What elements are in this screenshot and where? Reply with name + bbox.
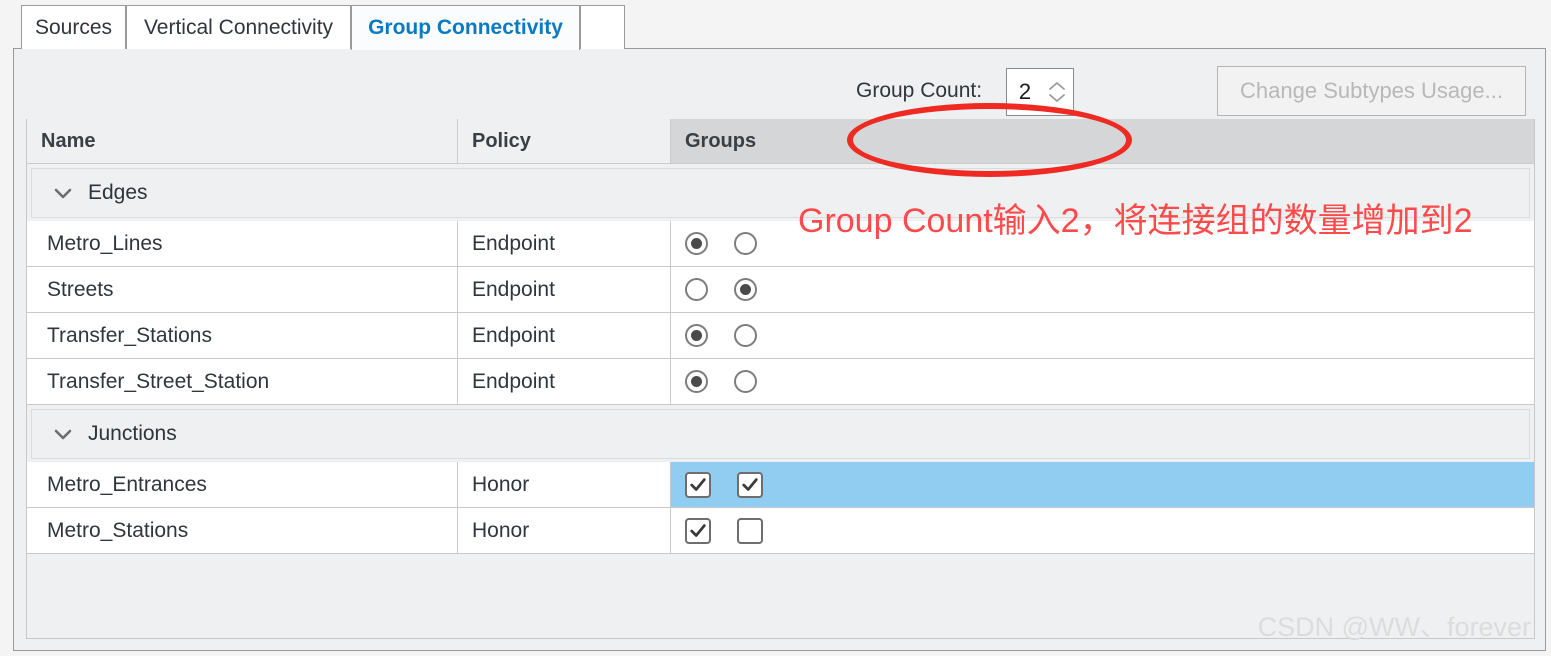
cell-policy[interactable]: Endpoint <box>458 267 671 312</box>
radio-button-unselected[interactable] <box>734 324 757 347</box>
column-header-policy[interactable]: Policy <box>458 119 671 164</box>
radio-button-unselected[interactable] <box>685 278 708 301</box>
cell-name[interactable]: Transfer_Stations <box>27 313 458 358</box>
cell-policy[interactable]: Endpoint <box>458 221 671 266</box>
cell-groups[interactable] <box>671 359 1534 404</box>
check-icon <box>690 477 706 491</box>
chevron-down-icon[interactable] <box>54 188 72 199</box>
chevron-up-icon[interactable] <box>1048 81 1066 91</box>
group-count-input[interactable]: 2 <box>1007 79 1041 105</box>
radio-dot <box>691 376 702 387</box>
cell-policy[interactable]: Endpoint <box>458 359 671 404</box>
cell-groups[interactable] <box>671 313 1534 358</box>
table-row[interactable]: Metro_Entrances Honor <box>27 462 1534 508</box>
radio-button-selected[interactable] <box>734 278 757 301</box>
table-group-header-label: Edges <box>88 181 148 204</box>
table-group-header-edges[interactable]: Edges <box>31 168 1530 218</box>
change-subtypes-usage-label: Change Subtypes Usage... <box>1240 78 1503 103</box>
radio-button-unselected[interactable] <box>734 370 757 393</box>
group-connectivity-table: Name Policy Groups Edges Metro_Lines Endpo… <box>26 119 1535 639</box>
cell-groups[interactable] <box>671 267 1534 312</box>
checkbox-checked[interactable] <box>685 517 711 544</box>
tab-group-connectivity-label: Group Connectivity <box>368 16 563 39</box>
table-body: Edges Metro_Lines Endpoint Streets Endpoint T… <box>27 168 1534 554</box>
check-icon <box>690 523 706 537</box>
table-row[interactable]: Transfer_Stations Endpoint <box>27 313 1534 359</box>
cell-groups[interactable] <box>671 221 1534 266</box>
radio-button-selected[interactable] <box>685 232 708 255</box>
tab-strip-filler <box>580 5 625 49</box>
table-row[interactable]: Streets Endpoint <box>27 267 1534 313</box>
check-icon <box>742 477 758 491</box>
cell-groups[interactable] <box>671 508 1534 553</box>
radio-dot <box>691 238 702 249</box>
panel-toolbar: Group Count: 2 Change Subtypes Usage... <box>14 49 1545 119</box>
screenshot-root: Sources Vertical Connectivity Group Conn… <box>0 0 1551 656</box>
cell-policy[interactable]: Endpoint <box>458 313 671 358</box>
cell-policy[interactable]: Honor <box>458 508 671 553</box>
checkbox-checked[interactable] <box>737 471 763 498</box>
tab-sources[interactable]: Sources <box>21 5 126 49</box>
chevron-down-icon[interactable] <box>54 429 72 440</box>
change-subtypes-usage-button[interactable]: Change Subtypes Usage... <box>1217 66 1526 116</box>
spinner-buttons <box>1041 69 1073 115</box>
table-row[interactable]: Metro_Stations Honor <box>27 508 1534 554</box>
tab-sources-label: Sources <box>34 15 113 39</box>
checkbox-checked[interactable] <box>685 471 711 498</box>
cell-name[interactable]: Metro_Entrances <box>27 462 458 507</box>
cell-groups[interactable] <box>671 462 1534 507</box>
radio-button-selected[interactable] <box>685 324 708 347</box>
group-count-label: Group Count: <box>856 79 983 102</box>
chevron-down-icon[interactable] <box>1048 93 1066 103</box>
cell-name[interactable]: Transfer_Street_Station <box>27 359 458 404</box>
column-header-groups[interactable]: Groups <box>671 119 1534 164</box>
tab-vertical-connectivity[interactable]: Vertical Connectivity <box>126 5 351 49</box>
table-group-header-junctions[interactable]: Junctions <box>31 409 1530 459</box>
table-row[interactable]: Metro_Lines Endpoint <box>27 221 1534 267</box>
radio-dot <box>740 284 751 295</box>
checkbox-unchecked[interactable] <box>737 517 763 544</box>
radio-dot <box>691 330 702 341</box>
cell-name[interactable]: Streets <box>27 267 458 312</box>
group-count-spinner[interactable]: 2 <box>1006 68 1074 116</box>
table-row[interactable]: Transfer_Street_Station Endpoint <box>27 359 1534 405</box>
cell-name[interactable]: Metro_Stations <box>27 508 458 553</box>
cell-name[interactable]: Metro_Lines <box>27 221 458 266</box>
column-header-name[interactable]: Name <box>27 119 458 164</box>
tab-strip: Sources Vertical Connectivity Group Conn… <box>13 5 1546 50</box>
table-group-header-label: Junctions <box>88 422 177 445</box>
radio-button-unselected[interactable] <box>734 232 757 255</box>
tab-group-connectivity[interactable]: Group Connectivity <box>351 5 580 50</box>
tab-vertical-connectivity-label: Vertical Connectivity <box>143 15 334 39</box>
group-connectivity-panel: Group Count: 2 Change Subtypes Usage... <box>13 49 1546 651</box>
cell-policy[interactable]: Honor <box>458 462 671 507</box>
radio-button-selected[interactable] <box>685 370 708 393</box>
table-header-row: Name Policy Groups <box>27 119 1534 164</box>
